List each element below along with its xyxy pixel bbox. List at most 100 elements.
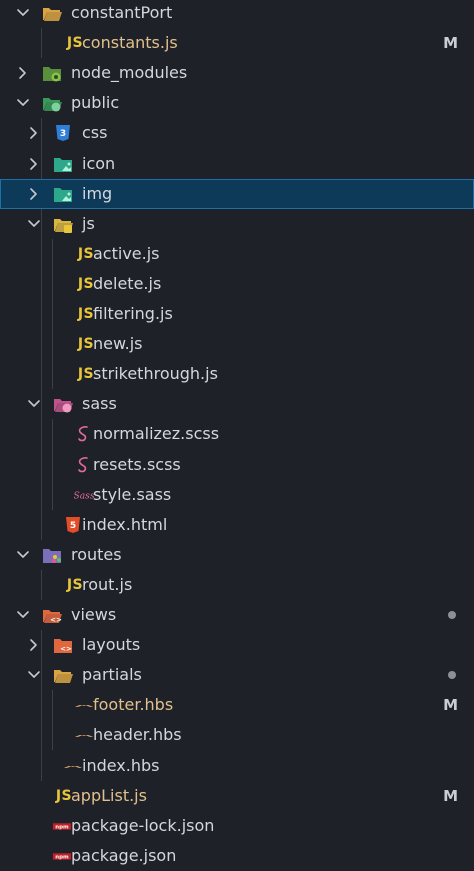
handlebars-icon	[63, 756, 83, 776]
item-label: constants.js	[82, 33, 178, 53]
item-label: package-lock.json	[71, 815, 215, 835]
file-row-index-html[interactable]: 5 index.html	[0, 510, 474, 540]
item-label: normalizez.scss	[93, 424, 220, 444]
public-folder-open-icon	[42, 93, 62, 113]
item-label: appList.js	[71, 785, 147, 805]
explorer-file-tree: constantPort JS constants.js Mnode_modules p…	[0, 0, 474, 871]
svg-text:Sass: Sass	[74, 491, 94, 501]
sass-folder-open-icon	[53, 394, 73, 414]
file-row-constants-js[interactable]: JS constants.js M	[0, 28, 474, 58]
item-label: constantPort	[71, 3, 173, 22]
item-label: new.js	[93, 334, 143, 354]
svg-text:5: 5	[70, 521, 76, 531]
git-changes-dot-icon	[448, 671, 456, 680]
svg-text:<>: <>	[50, 616, 62, 624]
item-label: public	[71, 93, 120, 113]
folder-open-icon	[42, 3, 62, 23]
file-row-footer-hbs[interactable]: footer.hbs M	[0, 690, 474, 720]
file-row-applist-js[interactable]: JS appList.js M	[0, 781, 474, 811]
chevron-down-icon[interactable]	[14, 94, 32, 112]
folder-row-js[interactable]: js	[0, 209, 474, 239]
item-label: strikethrough.js	[93, 364, 218, 384]
item-label: views	[71, 605, 117, 624]
sass-icon: Sass	[74, 485, 94, 505]
file-row-resets-scss[interactable]: resets.scss	[0, 450, 474, 480]
file-row-style-sass[interactable]: Sass style.sass	[0, 480, 474, 510]
git-modified-badge: M	[443, 786, 458, 805]
chevron-right-icon[interactable]	[25, 124, 43, 142]
npm-icon: npm	[52, 816, 72, 836]
item-label: layouts	[82, 635, 141, 655]
folder-row-constantport[interactable]: constantPort	[0, 0, 474, 28]
chevron-down-icon[interactable]	[25, 666, 43, 684]
item-label: node_modules	[71, 63, 188, 83]
folder-row-img[interactable]: img	[0, 178, 474, 209]
item-label: active.js	[93, 243, 160, 263]
item-label: header.hbs	[93, 725, 182, 745]
item-label: resets.scss	[93, 454, 181, 474]
folder-row-partials[interactable]: partials	[0, 660, 474, 690]
git-modified-badge: M	[443, 696, 458, 715]
item-label: routes	[71, 544, 122, 564]
chevron-right-icon[interactable]	[14, 64, 32, 82]
svg-text:npm: npm	[55, 855, 69, 861]
folder-row-icon[interactable]: icon	[0, 149, 474, 179]
chevron-right-icon[interactable]	[25, 155, 43, 173]
folder-row-layouts[interactable]: <> layouts	[0, 630, 474, 660]
css-folder-icon: 3	[53, 123, 73, 143]
item-label: rout.js	[82, 574, 133, 594]
handlebars-icon	[74, 695, 94, 715]
scss-icon	[74, 424, 94, 444]
item-label: css	[82, 123, 108, 143]
file-row-filtering-js[interactable]: JS filtering.js	[0, 299, 474, 329]
item-label: partials	[82, 665, 142, 685]
file-row-index-hbs[interactable]: index.hbs	[0, 751, 474, 781]
item-label: js	[82, 213, 95, 233]
folder-row-sass[interactable]: sass	[0, 389, 474, 419]
chevron-right-icon[interactable]	[25, 185, 43, 203]
item-label: index.html	[82, 514, 168, 534]
file-row-normalizez-scss[interactable]: normalizez.scss	[0, 419, 474, 449]
views-folder-icon: <>	[53, 635, 73, 655]
svg-text:<>: <>	[60, 645, 72, 653]
folder-row-node-modules[interactable]: node_modules	[0, 58, 474, 88]
chevron-down-icon[interactable]	[14, 606, 32, 624]
file-row-new-js[interactable]: JS new.js	[0, 329, 474, 359]
file-row-delete-js[interactable]: JS delete.js	[0, 269, 474, 299]
file-row-rout-js[interactable]: JS rout.js	[0, 570, 474, 600]
file-row-strikethrough-js[interactable]: JS strikethrough.js	[0, 359, 474, 389]
chevron-down-icon[interactable]	[25, 215, 43, 233]
git-changes-dot-icon	[448, 611, 456, 619]
item-label: icon	[82, 153, 116, 173]
image-folder-icon	[53, 184, 73, 204]
file-row-header-hbs[interactable]: header.hbs	[0, 720, 474, 750]
folder-open-icon	[53, 665, 73, 685]
js-folder-open-icon	[53, 214, 73, 234]
item-label: footer.hbs	[93, 695, 174, 715]
folder-row-views[interactable]: <> views	[0, 600, 474, 630]
item-label: index.hbs	[82, 755, 160, 775]
item-label: img	[82, 183, 113, 203]
item-label: package.json	[71, 845, 177, 865]
file-row-package-lock-json[interactable]: npm package-lock.json	[0, 811, 474, 841]
npm-icon: npm	[52, 846, 72, 866]
chevron-down-icon[interactable]	[14, 546, 32, 564]
scss-icon	[74, 455, 94, 475]
html-icon: 5	[63, 515, 83, 535]
handlebars-icon	[74, 725, 94, 745]
item-label: delete.js	[93, 273, 162, 293]
folder-row-public[interactable]: public	[0, 88, 474, 118]
file-row-package-json[interactable]: npm package.json	[0, 841, 474, 871]
chevron-right-icon[interactable]	[25, 636, 43, 654]
svg-text:3: 3	[60, 129, 66, 139]
chevron-down-icon[interactable]	[14, 4, 32, 22]
folder-row-css[interactable]: 3 css	[0, 118, 474, 148]
folder-row-routes[interactable]: routes	[0, 540, 474, 570]
node-folder-icon	[42, 63, 62, 83]
git-modified-badge: M	[443, 34, 458, 53]
chevron-down-icon[interactable]	[25, 395, 43, 413]
item-label: style.sass	[93, 484, 172, 504]
views-folder-open-icon: <>	[42, 605, 62, 625]
file-row-active-js[interactable]: JS active.js	[0, 239, 474, 269]
routes-folder-icon	[42, 545, 62, 565]
